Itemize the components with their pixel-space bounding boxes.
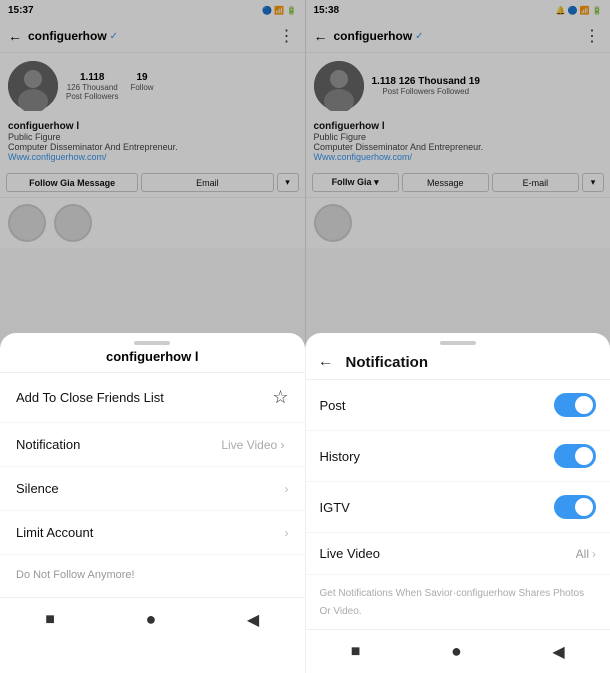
nav-stop-right[interactable]: ■ <box>351 643 361 661</box>
close-friends-label: Add To Close Friends List <box>16 390 164 405</box>
notif-live-label: Live Video <box>320 546 380 561</box>
live-video-value: All <box>576 547 589 561</box>
toggle-post[interactable] <box>554 393 596 417</box>
right-sheet-handle <box>440 341 476 345</box>
nav-home-left[interactable]: ● <box>145 609 156 630</box>
notification-label: Notification <box>16 437 80 452</box>
do-not-follow-text: Do Not Follow Anymore! <box>16 569 135 581</box>
notification-page-title: Notification <box>346 354 429 371</box>
menu-item-notification[interactable]: Notification Live Video › <box>0 423 305 467</box>
notif-sub-content: Get Notifications When Savior·configuerh… <box>320 588 585 617</box>
left-sheet: configuerhow l Add To Close Friends List… <box>0 333 305 673</box>
right-sheet: ← Notification Post History IGTV Live <box>305 333 610 673</box>
silence-chevron: › <box>285 482 289 496</box>
back-btn-right-sheet[interactable]: ← <box>318 353 334 371</box>
notif-sub-text: Get Notifications When Savior·configuerh… <box>306 575 610 627</box>
nav-back-left[interactable]: ◀ <box>247 610 259 630</box>
toggle-history[interactable] <box>554 444 596 468</box>
notif-row-post[interactable]: Post <box>306 380 610 431</box>
bottom-sheets-container: configuerhow l Add To Close Friends List… <box>0 333 610 673</box>
notification-sub: Live Video › <box>221 438 284 452</box>
live-video-chevron: › <box>592 547 596 561</box>
nav-back-right[interactable]: ◀ <box>552 642 564 662</box>
star-icon: ☆ <box>272 387 288 408</box>
menu-item-silence[interactable]: Silence › <box>0 467 305 511</box>
left-sheet-handle <box>134 341 170 345</box>
notif-row-history[interactable]: History <box>306 431 610 482</box>
toggle-igtv[interactable] <box>554 495 596 519</box>
limit-account-chevron: › <box>285 526 289 540</box>
do-not-follow: Do Not Follow Anymore! <box>0 555 305 593</box>
nav-stop-left[interactable]: ■ <box>45 611 55 629</box>
menu-item-close-friends[interactable]: Add To Close Friends List ☆ <box>0 373 305 423</box>
notif-row-igtv[interactable]: IGTV <box>306 482 610 533</box>
nav-bar-right: ■ ● ◀ <box>306 629 610 673</box>
nav-bar-left: ■ ● ◀ <box>0 597 305 641</box>
menu-item-limit-account[interactable]: Limit Account › <box>0 511 305 555</box>
silence-label: Silence <box>16 481 59 496</box>
sheet-profile-name: configuerhow l <box>0 349 305 373</box>
nav-home-right[interactable]: ● <box>451 641 462 662</box>
notif-post-label: Post <box>320 398 346 413</box>
notif-igtv-label: IGTV <box>320 500 350 515</box>
notif-row-live-video[interactable]: Live Video All › <box>306 533 610 575</box>
notif-history-label: History <box>320 449 360 464</box>
limit-account-label: Limit Account <box>16 525 93 540</box>
